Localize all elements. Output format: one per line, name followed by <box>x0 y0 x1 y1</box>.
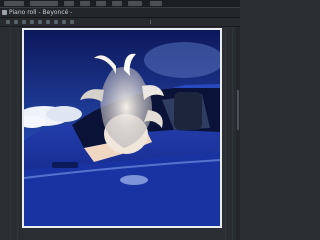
select-icon[interactable] <box>54 20 58 24</box>
menu-button-2[interactable] <box>30 1 58 6</box>
menu-button-3[interactable] <box>64 1 74 6</box>
menu-button-1[interactable] <box>4 1 24 6</box>
grid-line <box>10 27 11 240</box>
piano-roll-toolbar <box>0 18 240 27</box>
menu-button-4[interactable] <box>80 1 90 6</box>
scrollbar-thumb[interactable] <box>237 90 239 130</box>
brush-icon[interactable] <box>22 20 26 24</box>
grid-line <box>17 27 18 240</box>
menu-button-5[interactable] <box>96 1 106 6</box>
window-title: Piano roll - Beyoncé - <box>9 9 73 16</box>
piano-roll-icon <box>2 10 7 15</box>
zoom-icon[interactable] <box>62 20 66 24</box>
window-title-bar: Piano roll - Beyoncé - <box>0 8 240 18</box>
mute-icon[interactable] <box>38 20 42 24</box>
menu-button-8[interactable] <box>150 1 162 6</box>
menu-button-7[interactable] <box>128 1 142 6</box>
timeline-marker <box>30 20 31 24</box>
pointer-icon[interactable] <box>6 20 10 24</box>
vertical-scrollbar[interactable] <box>236 27 240 240</box>
grid-line <box>232 27 233 240</box>
menu-button-6[interactable] <box>112 1 122 6</box>
play-icon[interactable] <box>70 20 74 24</box>
pencil-icon[interactable] <box>14 20 18 24</box>
main-menu-bar <box>0 0 240 8</box>
slice-icon[interactable] <box>46 20 50 24</box>
photo-woman-in-blue-car <box>24 30 220 226</box>
grid-line <box>225 27 226 240</box>
timeline-marker <box>150 20 151 24</box>
